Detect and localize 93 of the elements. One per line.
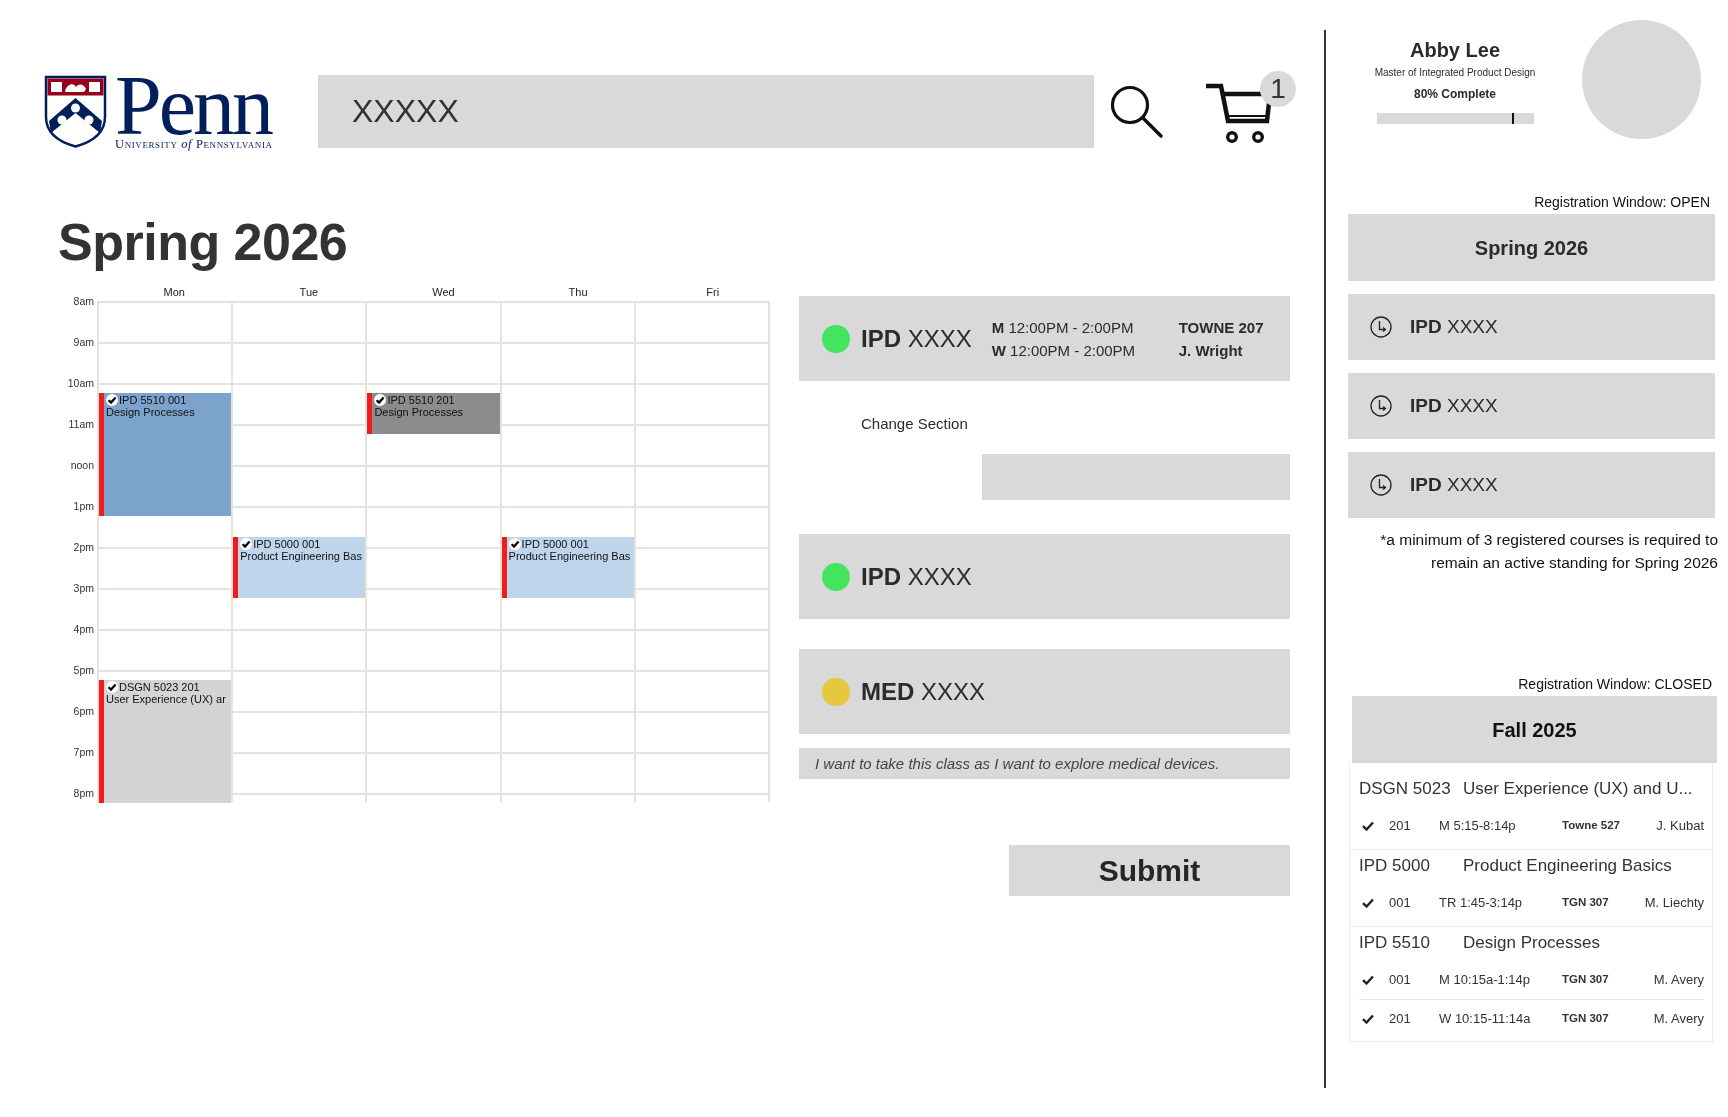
time-label: 10am — [67, 376, 94, 390]
time-label: 2pm — [73, 540, 94, 554]
section-room: TGN 307 — [1562, 1010, 1609, 1026]
course-title: User Experience (UX) and U... — [1463, 778, 1693, 800]
time-label: 8am — [73, 294, 94, 308]
calendar-event[interactable]: DSGN 5023 201 User Experience (UX) ar — [99, 680, 232, 803]
event-title: Design Processes — [106, 406, 195, 419]
section-number: 201 — [1389, 1009, 1411, 1028]
page-title: Spring 2026 — [58, 212, 348, 273]
section-time: M 10:15a-1:14p — [1439, 971, 1531, 990]
note-field[interactable]: I want to take this class as I want to explore medical devices. — [799, 748, 1290, 779]
time-label: 11am — [68, 417, 94, 431]
course-item[interactable]: IPD XXXX — [1348, 294, 1715, 360]
section-instructor: M. Liechty — [1644, 894, 1704, 913]
section-time: M 5:15-8:14p — [1439, 817, 1516, 836]
course-card[interactable]: IPD XXXX — [799, 534, 1290, 619]
course-item[interactable]: IPD XXXX — [1348, 452, 1715, 518]
course-code: DSGN 5023 — [1359, 778, 1451, 800]
clock-icon — [1370, 316, 1392, 338]
course-label: IPD XXXX — [861, 561, 972, 592]
cart-badge: 1 — [1260, 70, 1296, 107]
calendar-event[interactable]: IPD 5000 001 Product Engineering Bas — [233, 536, 366, 598]
instructor-text: J. Wright — [1178, 340, 1243, 361]
course-code: IPD 5510 — [1359, 932, 1430, 954]
clock-icon — [1370, 395, 1392, 417]
logo-tagline: University of Pennsylvania — [115, 138, 273, 150]
calendar-event[interactable]: IPD 5510 201 Design Processes — [367, 393, 500, 434]
time-label: noon — [70, 458, 94, 472]
day-label: Fri — [706, 286, 720, 298]
course-label: IPD XXXX — [1410, 315, 1498, 339]
time-label: 6pm — [73, 704, 94, 718]
submit-button[interactable]: Submit — [1009, 845, 1290, 896]
crest-icon — [44, 75, 107, 148]
course-label: IPD XXXX — [1410, 394, 1498, 418]
section-room: TGN 307 — [1562, 972, 1609, 988]
course-title: Design Processes — [1463, 932, 1600, 954]
section-instructor: J. Kubat — [1656, 817, 1704, 836]
course-card[interactable]: MED XXXX — [799, 649, 1290, 734]
course-label: MED XXXX — [861, 676, 986, 707]
search-field[interactable]: XXXXX — [318, 75, 1094, 148]
course-item[interactable]: IPD XXXX — [1348, 373, 1715, 439]
event-title: Product Engineering Bas — [240, 549, 362, 562]
event-title: Design Processes — [374, 406, 464, 419]
event-code: IPD 5510 001 — [119, 394, 187, 407]
program-name: Master of Integrated Product Design — [1374, 66, 1536, 80]
room-text: TOWNE 207 — [1178, 317, 1264, 338]
schedule-text: W 12:00PM - 2:00PM — [991, 340, 1136, 361]
event-code: IPD 5000 001 — [253, 537, 321, 550]
calendar-event[interactable]: IPD 5000 001 Product Engineering Bas — [501, 536, 634, 598]
course-title: Product Engineering Basics — [1463, 855, 1672, 877]
change-section-label: Change Section — [861, 414, 968, 434]
event-code: DSGN 5023 201 — [119, 681, 200, 694]
event-code: IPD 5510 201 — [387, 394, 455, 407]
time-label: 5pm — [73, 663, 94, 677]
event-title: Product Engineering Bas — [508, 549, 631, 562]
course-label: IPD XXXX — [861, 323, 972, 354]
course-label: IPD XXXX — [1410, 473, 1498, 497]
time-label: 9am — [73, 335, 94, 349]
course-code: IPD 5000 — [1359, 855, 1430, 877]
section-field[interactable] — [982, 454, 1290, 500]
time-label: 1pm — [73, 499, 94, 513]
search-icon[interactable] — [1108, 84, 1163, 139]
course-card[interactable]: IPD XXXX M 12:00PM - 2:00PM W 12:00PM - 2:00PM TOWNE 207 J. Wright — [799, 296, 1290, 381]
section-number: 201 — [1389, 817, 1411, 836]
section-room: Towne 527 — [1562, 818, 1620, 834]
section-number: 001 — [1389, 894, 1411, 913]
logo-wordmark: Penn — [115, 75, 271, 137]
event-title: User Experience (UX) ar — [106, 693, 226, 706]
section-room: TGN 307 — [1562, 895, 1609, 911]
day-label: Thu — [568, 286, 588, 298]
time-label: 3pm — [73, 581, 94, 595]
time-label: 7pm — [73, 745, 94, 759]
section-instructor: M. Avery — [1653, 1009, 1704, 1028]
section-number: 001 — [1389, 971, 1411, 990]
section-instructor: M. Avery — [1653, 971, 1704, 990]
progress-label: 80% Complete — [1414, 86, 1496, 102]
clock-icon — [1370, 474, 1392, 496]
time-label: 8pm — [73, 786, 94, 800]
registration-status: Registration Window: OPEN — [1534, 193, 1710, 211]
section-time: TR 1:45-3:14p — [1439, 894, 1523, 913]
time-label: 4pm — [73, 622, 94, 636]
term-header: Spring 2026 — [1348, 214, 1715, 281]
day-label: Mon — [163, 286, 185, 298]
student-name: Abby Lee — [1410, 38, 1500, 62]
term-header: Fall 2025 — [1352, 696, 1717, 763]
event-code: IPD 5000 001 — [521, 537, 589, 550]
calendar-event[interactable]: IPD 5510 001 Design Processes — [99, 393, 232, 516]
footnote-text: *a minimum of 3 registered courses is required to remain an active standing for Spring 2026 — [1379, 530, 1718, 573]
registration-status: Registration Window: CLOSED — [1518, 675, 1712, 693]
day-label: Tue — [299, 286, 319, 298]
schedule-text: M 12:00PM - 2:00PM — [991, 317, 1134, 338]
day-label: Wed — [432, 286, 455, 298]
section-time: W 10:15-11:14a — [1439, 1009, 1531, 1028]
